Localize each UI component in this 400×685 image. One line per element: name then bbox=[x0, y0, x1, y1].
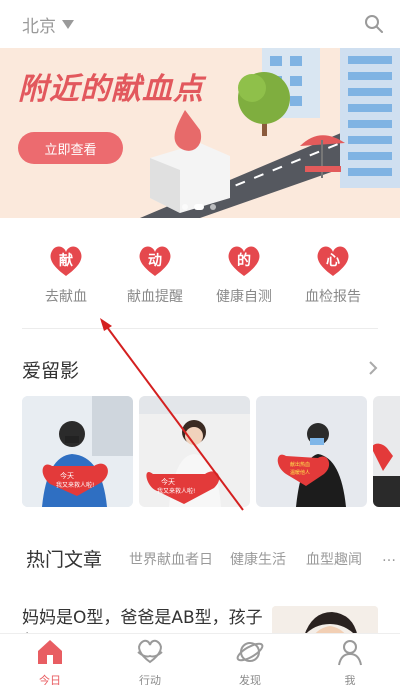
sign-text: 献出热血 bbox=[290, 461, 310, 468]
sign-text: 我又来救人啦! bbox=[56, 481, 94, 489]
carousel-dot[interactable] bbox=[182, 204, 188, 210]
sign-text: 温暖他人 bbox=[290, 469, 310, 476]
quick-action-donate[interactable]: 献 去献血 bbox=[26, 244, 106, 306]
heart-glyph: 献 bbox=[59, 253, 73, 269]
view-now-button[interactable]: 立即查看 bbox=[18, 132, 123, 164]
nav-label: 发现 bbox=[239, 674, 261, 685]
quick-action-label: 去献血 bbox=[45, 289, 87, 305]
nav-me[interactable]: 我 bbox=[310, 638, 390, 685]
city-selector[interactable]: 北京 bbox=[22, 12, 74, 37]
quick-action-label: 血检报告 bbox=[305, 289, 361, 305]
donor-photo: 今天 我又来救人啦! bbox=[139, 396, 250, 507]
heart-icon: 动 bbox=[137, 244, 173, 278]
chevron-right-icon[interactable] bbox=[368, 360, 378, 376]
search-icon[interactable] bbox=[364, 14, 384, 34]
quick-action-label: 健康自测 bbox=[216, 289, 272, 305]
quick-action-self-test[interactable]: 的 健康自测 bbox=[204, 244, 284, 306]
banner-title: 附近的献血点 bbox=[18, 72, 204, 107]
heart-glyph: 的 bbox=[237, 253, 251, 269]
photo-card[interactable]: 今天 我又来救人啦! bbox=[22, 396, 133, 507]
carousel-dots bbox=[182, 204, 216, 210]
nav-label: 行动 bbox=[139, 674, 161, 685]
photo-card[interactable] bbox=[373, 396, 400, 507]
quick-action-reminder[interactable]: 动 献血提醒 bbox=[115, 244, 195, 306]
photo-card[interactable]: 今天 我又来救人啦! bbox=[139, 396, 250, 507]
tab-blood-type-facts[interactable]: 血型趣闻 bbox=[306, 549, 362, 569]
nav-today[interactable]: 今日 bbox=[10, 638, 90, 685]
heart-icon: 的 bbox=[226, 244, 262, 278]
carousel-dot[interactable] bbox=[210, 204, 216, 210]
tab-hot-articles[interactable]: 热门文章 bbox=[26, 545, 102, 572]
carousel-dot-active[interactable] bbox=[194, 204, 204, 210]
donor-photo bbox=[373, 396, 400, 507]
top-bar: 北京 bbox=[0, 0, 400, 48]
sign-text: 我又来救人啦! bbox=[157, 487, 195, 495]
divider bbox=[22, 328, 378, 329]
donor-photo: 今天 我又来救人啦! bbox=[22, 396, 133, 507]
heart-glyph: 心 bbox=[326, 253, 340, 269]
donor-photo: 献出热血 温暖他人 bbox=[256, 396, 367, 507]
quick-action-label: 献血提醒 bbox=[127, 289, 183, 305]
heart-icon: 献 bbox=[48, 244, 84, 278]
heart-hands-icon bbox=[137, 639, 163, 664]
nav-label: 今日 bbox=[39, 674, 61, 685]
photo-strip: 今天 我又来救人啦! 今天 我又来救人啦! 献出热血 温暖他人 bbox=[22, 396, 400, 508]
sign-text: 今天 bbox=[161, 477, 175, 486]
home-icon bbox=[38, 640, 62, 664]
nav-action[interactable]: 行动 bbox=[110, 638, 190, 685]
city-label: 北京 bbox=[22, 17, 56, 37]
bottom-nav: 今日 行动 发现 我 bbox=[0, 633, 400, 685]
nav-discover[interactable]: 发现 bbox=[210, 638, 290, 685]
planet-icon bbox=[236, 642, 264, 662]
person-icon bbox=[338, 640, 362, 666]
tab-world-donor-day[interactable]: 世界献血者日 bbox=[129, 549, 213, 569]
quick-action-report[interactable]: 心 血检报告 bbox=[293, 244, 373, 306]
sign-text: 今天 bbox=[60, 471, 74, 480]
tab-healthy-life[interactable]: 健康生活 bbox=[230, 549, 286, 569]
photo-card[interactable]: 献出热血 温暖他人 bbox=[256, 396, 367, 507]
caret-down-icon bbox=[62, 20, 74, 29]
tab-more[interactable]: … bbox=[382, 549, 396, 565]
article-tabs: 热门文章 世界献血者日 健康生活 血型趣闻 … bbox=[0, 540, 400, 574]
section-title-photos: 爱留影 bbox=[22, 360, 80, 382]
promo-banner[interactable]: 附近的献血点 立即查看 bbox=[0, 48, 400, 218]
heart-icon: 心 bbox=[315, 244, 351, 278]
nav-label: 我 bbox=[344, 674, 356, 685]
quick-actions: 献 去献血 动 献血提醒 的 健康自测 心 血检报告 bbox=[0, 236, 400, 316]
heart-glyph: 动 bbox=[148, 253, 162, 269]
